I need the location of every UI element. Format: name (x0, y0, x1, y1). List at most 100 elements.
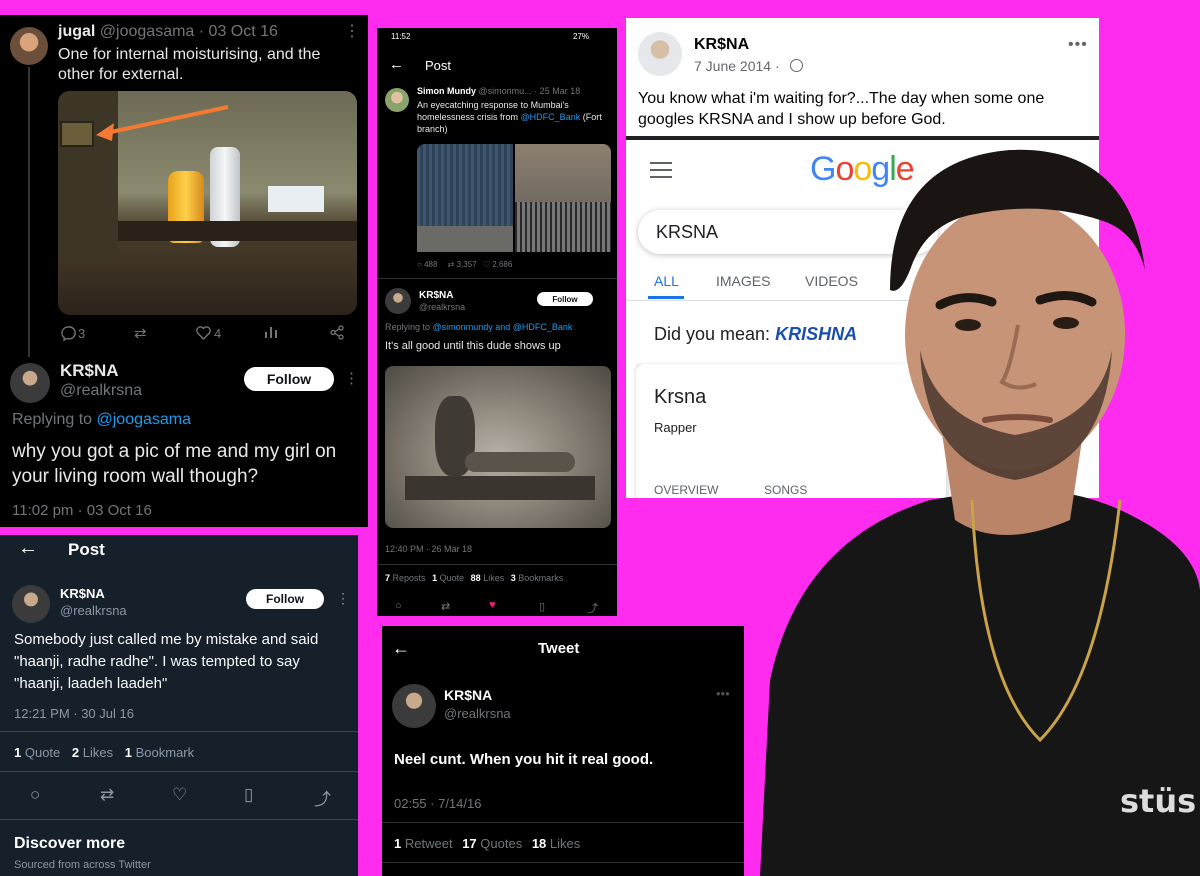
share-icon[interactable]: ⤴ (314, 785, 331, 810)
divider (0, 819, 358, 820)
more-icon[interactable]: ⋮ (344, 369, 359, 387)
follow-button[interactable]: Follow (537, 292, 593, 306)
retweet-icon[interactable]: ⇄ (441, 600, 450, 613)
quoted-photo-left[interactable] (417, 144, 513, 252)
reposts-count[interactable]: 7 (385, 573, 390, 583)
timestamp: 02:55 · 7/14/16 (394, 796, 482, 811)
divider (382, 862, 744, 863)
avatar[interactable] (392, 684, 436, 728)
table-top (118, 221, 357, 241)
retweet-icon[interactable]: ⇄ (134, 324, 147, 342)
discover-title: Discover more (14, 835, 126, 852)
quotes-label[interactable]: Quotes (480, 836, 522, 851)
quoted-link[interactable]: @HDFC_Bank (521, 112, 581, 122)
back-arrow-icon[interactable]: ← (18, 537, 38, 560)
reply-icon[interactable]: ○ (395, 600, 402, 612)
quote-count[interactable]: 1 (14, 745, 21, 760)
author-name[interactable]: jugal (58, 23, 95, 40)
engagement-stats: 7 Reposts 1 Quote 88 Likes 3 Bookmarks (385, 573, 563, 583)
replying-to-link[interactable]: @joogasama (97, 411, 192, 428)
views-icon[interactable] (264, 325, 278, 339)
author-handle: @realkrsna (419, 302, 466, 312)
more-icon[interactable]: ⋮ (336, 590, 350, 607)
quoted-text: An eyecatching response to Mumbai's home… (417, 99, 607, 135)
author-name[interactable]: KR$NA (419, 290, 453, 301)
like-count: 4 (214, 326, 222, 341)
author-name[interactable]: KR$NA (694, 36, 749, 54)
quoted-photo-right[interactable] (515, 144, 611, 252)
heart-icon[interactable] (196, 326, 211, 340)
share-icon[interactable] (330, 325, 345, 340)
bookmark-label[interactable]: Bookmark (136, 745, 195, 760)
bookmarks-count[interactable]: 3 (511, 573, 516, 583)
more-icon[interactable]: ••• (716, 686, 730, 701)
action-bar: ○ ⇄ ♥ ▯ ⤴ (377, 599, 617, 616)
more-icon[interactable]: ••• (1068, 36, 1088, 54)
bookmarks-label[interactable]: Bookmarks (518, 573, 563, 583)
heart-icon[interactable]: ♡ (483, 260, 490, 269)
retweet-count[interactable]: 1 (394, 836, 401, 851)
action-bar: ○ ⇄ ♡ ▯ ⤴ (0, 785, 358, 809)
tab-all[interactable]: ALL (654, 273, 679, 289)
quotes-count[interactable]: 17 (462, 836, 476, 851)
likes-count[interactable]: 18 (532, 836, 546, 851)
avatar[interactable] (10, 27, 48, 65)
avatar[interactable] (638, 32, 682, 76)
timestamp: 12:40 PM · 26 Mar 18 (385, 544, 473, 554)
search-value: KRSNA (656, 222, 719, 242)
quote-count[interactable]: 1 (432, 573, 437, 583)
avatar[interactable] (385, 288, 411, 314)
author-name[interactable]: KR$NA (444, 687, 492, 703)
photo-ground (417, 226, 513, 252)
tab-overview[interactable]: OVERVIEW (654, 483, 718, 497)
reposts-label[interactable]: Reposts (393, 573, 426, 583)
avatar[interactable] (385, 88, 409, 112)
likes-label[interactable]: Likes (550, 836, 580, 851)
hamburger-menu-icon[interactable] (650, 162, 672, 178)
reply-icon[interactable] (60, 325, 76, 341)
back-arrow-icon[interactable]: ← (389, 56, 404, 73)
quoted-author-name[interactable]: Simon Mundy (417, 86, 476, 96)
back-arrow-icon[interactable]: ← (392, 638, 410, 659)
replying-to-label: Replying to (12, 411, 93, 428)
retweet-count: 3,357 (456, 260, 477, 269)
reply-icon[interactable]: ○ (30, 785, 40, 805)
tweet-photo[interactable] (58, 91, 357, 315)
likes-label[interactable]: Likes (483, 573, 504, 583)
quote-label[interactable]: Quote (25, 745, 60, 760)
reply-author-handle: @realkrsna (60, 382, 143, 399)
shirt-logo: stüs (1120, 782, 1197, 820)
likes-label[interactable]: Likes (83, 745, 113, 760)
quote-label[interactable]: Quote (440, 573, 465, 583)
replying-to-link[interactable]: @simonmundy and @HDFC_Bank (433, 322, 573, 332)
author-handle: @realkrsna (444, 706, 511, 721)
wall-frame (60, 121, 94, 147)
heart-icon[interactable]: ♡ (172, 785, 187, 805)
follow-button[interactable]: Follow (246, 589, 324, 609)
reply-author-name[interactable]: KR$NA (60, 361, 119, 381)
author-name[interactable]: KR$NA (60, 586, 105, 601)
likes-count[interactable]: 2 (72, 745, 79, 760)
retweet-label[interactable]: Retweet (405, 836, 453, 851)
share-icon[interactable]: ⤴ (587, 600, 598, 616)
heart-filled-icon[interactable]: ♥ (489, 599, 496, 611)
header-title: Tweet (538, 640, 580, 657)
tweet-photo[interactable] (385, 366, 611, 528)
retweet-icon[interactable]: ⇄ (100, 785, 114, 805)
bookmark-icon[interactable]: ▯ (244, 785, 253, 805)
reply-timestamp: 11:02 pm · 03 Oct 16 (12, 502, 152, 519)
tweet-thread-panel-left: jugal @joogasama · 03 Oct 16 ⋮ One for i… (0, 15, 368, 527)
follow-button[interactable]: Follow (244, 367, 334, 391)
quoted-stats: ○ 488 ⇄ 3,357 ♡ 2,686 (417, 260, 607, 269)
reply-icon[interactable]: ○ (417, 260, 422, 269)
divider (377, 564, 617, 565)
bookmark-count[interactable]: 1 (125, 745, 132, 760)
avatar[interactable] (12, 585, 50, 623)
more-icon[interactable]: ⋮ (344, 21, 360, 41)
reply-count: 488 (424, 260, 438, 269)
tweet-dim-panel-left: ← Post KR$NA @realkrsna Follow ⋮ Somebod… (0, 535, 358, 876)
bookmark-icon[interactable]: ▯ (539, 600, 545, 613)
avatar[interactable] (10, 363, 50, 403)
retweet-icon[interactable]: ⇄ (448, 260, 455, 269)
likes-count[interactable]: 88 (471, 573, 481, 583)
